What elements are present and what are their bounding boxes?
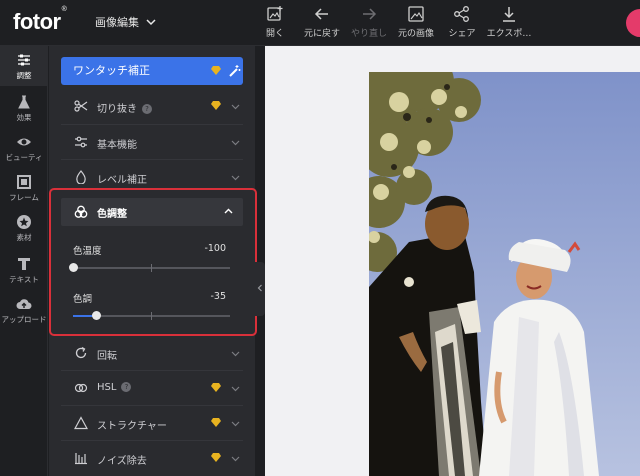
one-touch-enhance-button[interactable]: ワンタッチ補正: [61, 57, 243, 85]
chevron-left-icon: [257, 284, 262, 292]
rotate-label: 回転: [97, 351, 117, 362]
temperature-label: 色温度: [73, 246, 102, 257]
premium-gem-icon: [211, 418, 221, 427]
download-icon: [503, 7, 515, 22]
structure-label: ストラクチャー: [97, 421, 167, 432]
chevron-down-icon: [146, 19, 156, 26]
menu-title-dropdown[interactable]: 画像編集: [95, 14, 156, 30]
star-icon: [17, 215, 31, 229]
temperature-slider-track[interactable]: [73, 264, 230, 272]
drop-icon: [76, 170, 86, 184]
levels-label: レベル補正: [97, 175, 147, 186]
chevron-down-icon: [231, 456, 240, 462]
help-icon[interactable]: ?: [142, 104, 152, 114]
wedding-photo: [369, 72, 640, 476]
export-button[interactable]: エクスポ…: [479, 5, 539, 39]
fotor-logo[interactable]: fotor®: [13, 6, 67, 35]
sidebar: 調整 効果 ビューティ フレーム 素材 テキスト アップロード: [0, 46, 48, 476]
chevron-down-icon: [231, 140, 240, 146]
hsl-icon: [74, 383, 88, 393]
tint-label: 色調: [73, 294, 93, 305]
sliders-icon: [75, 136, 87, 148]
sidebar-item-frame[interactable]: フレーム: [0, 174, 48, 203]
triangle-icon: [74, 416, 88, 430]
text-icon: [18, 258, 30, 270]
sidebar-item-elements[interactable]: 素材: [0, 214, 48, 243]
frame-icon: [17, 175, 31, 189]
help-icon[interactable]: ?: [121, 382, 132, 392]
color-circles-icon: [74, 205, 88, 218]
sliders-icon: [18, 54, 30, 66]
temperature-slider-knob[interactable]: [69, 263, 78, 272]
hsl-row[interactable]: HSL?: [61, 371, 243, 405]
arrow-left-icon: [314, 8, 328, 20]
chevron-down-icon: [231, 421, 240, 427]
sidebar-item-adjust[interactable]: 調整: [0, 46, 48, 86]
edited-photo[interactable]: [369, 72, 640, 476]
denoise-icon: [75, 453, 87, 465]
menu-title-label: 画像編集: [95, 16, 139, 29]
hsl-label: HSL: [97, 382, 117, 393]
color-adjust-label: 色調整: [97, 209, 127, 220]
color-adjust-header[interactable]: 色調整: [61, 198, 243, 226]
image-add-icon: [267, 6, 283, 21]
image-icon: [408, 6, 424, 22]
arrow-right-icon: [363, 8, 377, 20]
avatar[interactable]: [626, 9, 640, 37]
magic-wand-icon: [229, 65, 241, 77]
premium-gem-icon: [211, 453, 221, 462]
crop-label: 切り抜き: [97, 104, 137, 115]
structure-row[interactable]: ストラクチャー: [61, 406, 243, 440]
collapse-panel-button[interactable]: [255, 262, 265, 316]
chevron-down-icon: [231, 104, 240, 110]
eye-icon: [17, 138, 31, 146]
premium-gem-icon: [211, 66, 221, 75]
cloud-upload-icon: [16, 299, 32, 310]
sidebar-item-beauty[interactable]: ビューティ: [0, 134, 48, 163]
sidebar-item-effects[interactable]: 効果: [0, 94, 48, 123]
denoise-row[interactable]: ノイズ除去: [61, 441, 243, 475]
basic-row[interactable]: 基本機能: [61, 125, 243, 159]
chevron-up-icon: [224, 208, 233, 214]
premium-gem-icon: [211, 383, 221, 392]
share-icon: [454, 6, 469, 22]
chevron-down-icon: [231, 175, 240, 181]
denoise-label: ノイズ除去: [97, 456, 147, 467]
scissors-icon: [74, 100, 88, 112]
tint-value[interactable]: -35: [186, 291, 226, 302]
basic-label: 基本機能: [97, 140, 137, 151]
premium-gem-icon: [211, 101, 221, 110]
crop-row[interactable]: 切り抜き?: [61, 89, 243, 123]
rotate-icon: [75, 346, 87, 359]
chevron-down-icon: [231, 351, 240, 357]
sidebar-item-text[interactable]: テキスト: [0, 256, 48, 285]
chevron-down-icon: [231, 386, 240, 392]
tint-slider-knob[interactable]: [92, 311, 101, 320]
top-bar: fotor® 画像編集 開く 元に戻す やり直し 元の画像 シェア エクスポ…: [0, 0, 640, 46]
sidebar-item-upload[interactable]: アップロード: [0, 296, 48, 325]
flask-icon: [18, 95, 30, 109]
rotate-row[interactable]: 回転: [61, 336, 243, 370]
temperature-value[interactable]: -100: [186, 243, 226, 254]
